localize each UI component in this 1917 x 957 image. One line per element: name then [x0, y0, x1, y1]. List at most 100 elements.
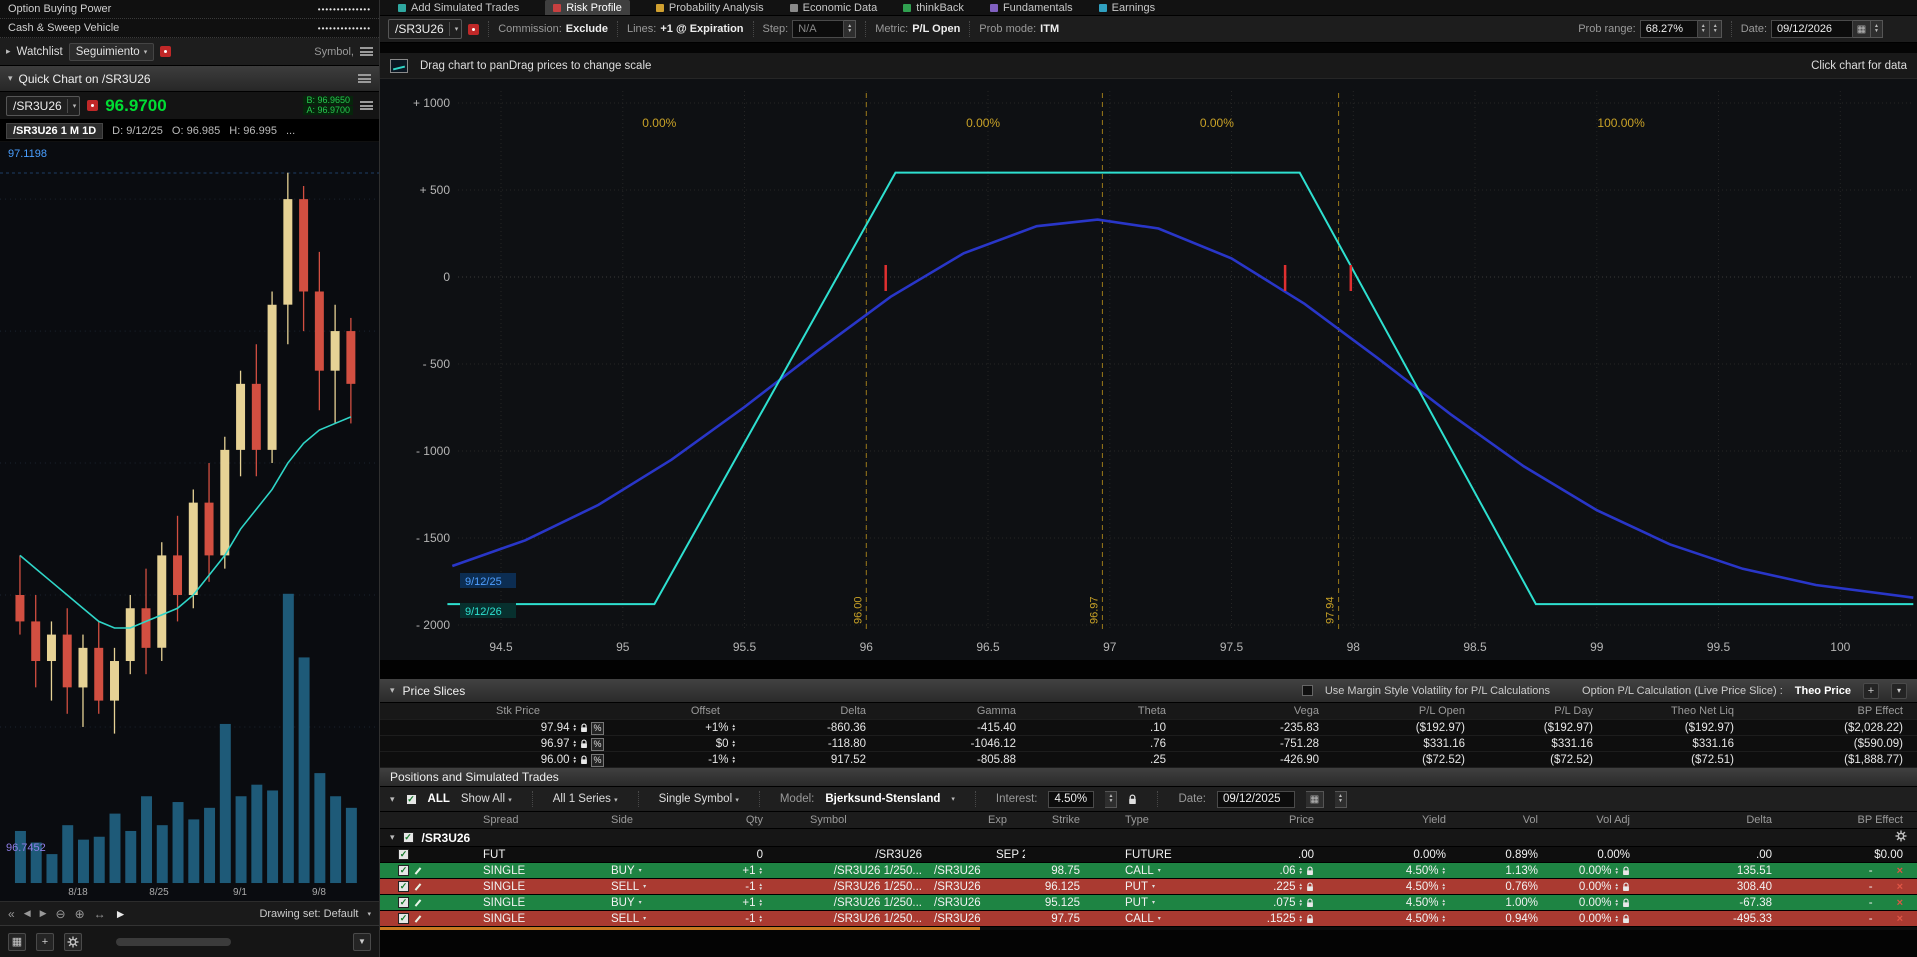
prob-range-input[interactable]: 68.27% [1640, 20, 1698, 38]
type-select[interactable]: CALL▾ [1080, 863, 1190, 878]
tab-earnings[interactable]: Earnings [1099, 0, 1155, 15]
stepper-icon[interactable]: ▲▼ [732, 756, 736, 764]
column-header[interactable]: P/L Open [1333, 703, 1479, 720]
price-slice-row[interactable]: 96.00▲▼% -1%▲▼ 917.52 -805.88 .25 -426.9… [380, 752, 1917, 768]
vol-adj-value[interactable]: 0.00%▲▼ [1544, 863, 1634, 878]
position-row[interactable]: ✓ SINGLE BUY▾ +1▲▼ /SR3U26 1/250... /SR3… [380, 863, 1917, 879]
add-slice-button[interactable]: + [1863, 683, 1879, 699]
position-row[interactable]: ✓ SINGLE SELL▾ -1▲▼ /SR3U26 1/250... /SR… [380, 911, 1917, 927]
type-select[interactable]: CALL▾ [1080, 911, 1190, 926]
stepper-icon[interactable]: ▲▼ [732, 724, 736, 732]
column-header[interactable]: Price [1190, 812, 1318, 828]
interest-input[interactable]: 4.50% [1048, 791, 1094, 808]
chevron-down-icon[interactable]: ▾ [367, 910, 371, 918]
column-header[interactable]: Delta [1634, 812, 1782, 828]
vol-adj-value[interactable]: 0.00%▲▼ [1544, 879, 1634, 894]
qty-value[interactable]: 0 [690, 847, 765, 862]
metric-value[interactable]: P/L Open [912, 23, 960, 35]
drawing-set-label[interactable]: Drawing set: Default [259, 908, 358, 920]
stepper-icon[interactable]: ▲▼ [1871, 20, 1883, 38]
column-header[interactable]: Spread [450, 812, 605, 828]
position-group-row[interactable]: ▾ ✓ /SR3U26 [380, 829, 1917, 847]
tab-seguimiento[interactable]: Seguimiento ▾ [69, 43, 154, 61]
tab-add-simulated-trades[interactable]: Add Simulated Trades [398, 0, 519, 15]
alert-icon[interactable] [468, 24, 479, 35]
stepper-icon[interactable]: ▲▼ [1299, 867, 1303, 875]
stepper-icon[interactable]: ▲▼ [759, 899, 763, 907]
stepper-icon[interactable]: ▲▼ [1442, 915, 1446, 923]
row-checkbox[interactable]: ✓ [398, 897, 409, 908]
side-select[interactable]: BUY▾ [605, 863, 690, 878]
ohlc-more[interactable]: ... [286, 125, 295, 137]
strike-value[interactable]: 98.75 [1025, 863, 1080, 878]
alert-icon[interactable] [87, 100, 98, 111]
column-header[interactable]: P/L Day [1479, 703, 1607, 720]
price-value[interactable]: .225▲▼ [1190, 879, 1318, 894]
column-header[interactable]: Delta [740, 703, 880, 720]
price-value[interactable]: .1525▲▼ [1190, 911, 1318, 926]
stepper-icon[interactable]: ▲▼ [1442, 899, 1446, 907]
candlestick-chart[interactable]: 97.1198 96.7452 [0, 142, 379, 887]
positions-date-input[interactable]: 09/12/2025 [1217, 791, 1295, 808]
tab-watchlist[interactable]: Watchlist [17, 46, 63, 58]
qty-value[interactable]: -1▲▼ [690, 879, 765, 894]
zoom-out-icon[interactable]: ⊖ [56, 907, 66, 921]
stepper-icon[interactable]: ▲▼ [573, 740, 577, 748]
strike-value[interactable] [1025, 847, 1080, 862]
column-header[interactable]: Offset [610, 703, 740, 720]
all-checkbox[interactable]: ✓ [406, 794, 417, 805]
price-value[interactable]: .06▲▼ [1190, 863, 1318, 878]
group-checkbox[interactable]: ✓ [403, 832, 414, 843]
remove-row-button[interactable]: × [1897, 881, 1903, 893]
stepper-icon[interactable]: ▲▼ [573, 724, 577, 732]
column-header[interactable]: Theta [1030, 703, 1180, 720]
row-checkbox[interactable]: ✓ [398, 881, 409, 892]
tab-risk-profile[interactable]: Risk Profile [545, 0, 630, 15]
side-select[interactable]: BUY▾ [605, 895, 690, 910]
column-header[interactable]: Yield [1318, 812, 1450, 828]
prob-mode-value[interactable]: ITM [1040, 23, 1059, 35]
tab-fundamentals[interactable]: Fundamentals [990, 0, 1073, 15]
collapse-icon[interactable]: ▾ [8, 73, 13, 84]
strike-value[interactable]: 95.125 [1025, 895, 1080, 910]
menu-icon[interactable] [360, 47, 373, 56]
prev-icon[interactable]: ◀ [24, 908, 31, 919]
side-select[interactable]: SELL▾ [605, 879, 690, 894]
stepper-icon[interactable]: ▲▼ [759, 883, 763, 891]
qty-value[interactable]: -1▲▼ [690, 911, 765, 926]
vol-adj-value[interactable]: 0.00%▲▼ [1544, 895, 1634, 910]
type-select[interactable]: FUTURE [1080, 847, 1190, 862]
remove-row-button[interactable]: × [1897, 913, 1903, 925]
column-header[interactable]: Side [605, 812, 690, 828]
stepper-icon[interactable]: ▲▼ [1615, 899, 1619, 907]
option-pl-calc-value[interactable]: Theo Price [1795, 685, 1851, 697]
position-row[interactable]: ✓ SINGLE BUY▾ +1▲▼ /SR3U26 1/250... /SR3… [380, 895, 1917, 911]
stepper-icon[interactable]: ▲▼ [1615, 883, 1619, 891]
column-header[interactable]: BP Effect [1748, 703, 1917, 720]
next-icon[interactable]: ▶ [40, 908, 47, 919]
collapse-panel-button[interactable]: ▼ [353, 933, 371, 951]
price-value[interactable]: .00 [1190, 847, 1318, 862]
lines-value[interactable]: +1 @ Expiration [660, 23, 743, 35]
symbol-mode-select[interactable]: Single Symbol ▾ [659, 793, 739, 805]
stepper-icon[interactable]: ▲▼ [1442, 883, 1446, 891]
stepper-icon[interactable]: ▲▼ [1698, 20, 1710, 38]
collapse-icon[interactable]: ▾ [390, 685, 395, 696]
stepper-icon[interactable]: ▲▼ [1710, 20, 1722, 38]
stepper-icon[interactable]: ▲▼ [1299, 915, 1303, 923]
menu-icon[interactable] [360, 101, 373, 110]
column-header[interactable]: Symbol [765, 812, 930, 828]
strike-value[interactable]: 97.75 [1025, 911, 1080, 926]
price-slice-row[interactable]: 97.94▲▼% +1%▲▼ -860.36 -415.40 .10 -235.… [380, 720, 1917, 736]
chart-symbol-timeframe[interactable]: /SR3U26 1 M 1D [6, 123, 103, 139]
column-header[interactable]: Vol [1450, 812, 1544, 828]
calendar-icon[interactable]: ▦ [1306, 791, 1324, 808]
position-row[interactable]: ✓ FUT 0 /SR3U26 SEP 26 FUTURE .00 0.00% … [380, 847, 1917, 863]
date-input[interactable]: 09/12/2026 [1771, 20, 1853, 38]
slices-menu-button[interactable]: ▾ [1891, 683, 1907, 699]
zoom-in-icon[interactable]: ⊕ [75, 907, 85, 921]
side-select[interactable]: SELL▾ [605, 911, 690, 926]
percent-badge[interactable]: % [591, 738, 604, 751]
stepper-icon[interactable]: ▲▼ [1335, 791, 1347, 808]
qty-value[interactable]: +1▲▼ [690, 863, 765, 878]
